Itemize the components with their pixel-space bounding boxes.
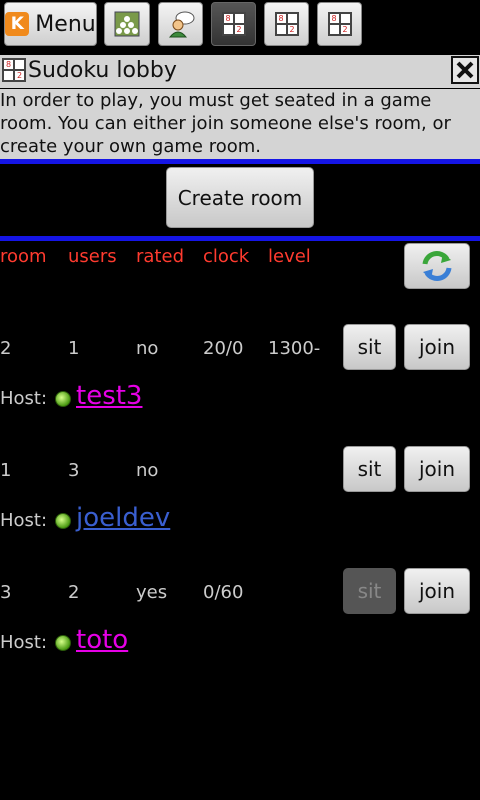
- tournament-button[interactable]: [104, 2, 150, 46]
- host-label: Host:: [0, 388, 48, 409]
- host-name-link[interactable]: toto: [76, 625, 128, 655]
- sit-button[interactable]: sit: [343, 446, 396, 492]
- room-number: 1: [0, 460, 12, 481]
- header-rated: rated: [136, 246, 184, 267]
- room-users: 2: [68, 582, 80, 603]
- online-status-icon: [55, 391, 71, 407]
- room-users: 1: [68, 338, 80, 359]
- sit-label: sit: [357, 457, 382, 481]
- sudoku-grid-icon: 82: [221, 12, 246, 36]
- sit-button[interactable]: sit: [343, 324, 396, 370]
- sudoku-tab-2[interactable]: 82: [264, 2, 309, 46]
- room-users: 3: [68, 460, 80, 481]
- join-button[interactable]: join: [404, 446, 470, 492]
- menu-button[interactable]: K Menu: [4, 2, 97, 46]
- room-number: 2: [0, 338, 12, 359]
- join-label: join: [418, 579, 456, 603]
- sudoku-grid-icon: 82: [327, 12, 352, 36]
- header-users: users: [68, 246, 117, 267]
- host-label: Host:: [0, 510, 48, 531]
- room-rated: no: [136, 460, 159, 481]
- user-chat-button[interactable]: [158, 2, 203, 46]
- sit-button: sit: [343, 568, 396, 614]
- create-room-button[interactable]: Create room: [166, 167, 314, 228]
- room-clock: 20/0: [203, 338, 244, 359]
- sudoku-grid-icon: 82: [274, 12, 299, 36]
- divider: [0, 159, 480, 164]
- sit-label: sit: [357, 335, 382, 359]
- refresh-icon: [422, 251, 452, 281]
- join-button[interactable]: join: [404, 324, 470, 370]
- online-status-icon: [55, 513, 71, 529]
- join-label: join: [418, 457, 456, 481]
- host-name-link[interactable]: joeldev: [76, 503, 170, 533]
- refresh-button[interactable]: [404, 243, 470, 289]
- user-chat-icon: [168, 11, 194, 38]
- pyramid-icon: [114, 11, 140, 37]
- header-clock: clock: [203, 246, 250, 267]
- k-app-icon: K: [5, 12, 30, 36]
- room-level: 1300-: [268, 338, 321, 359]
- host-label: Host:: [0, 632, 48, 653]
- menu-label: Menu: [35, 11, 96, 37]
- sudoku-grid-icon: 82: [2, 58, 26, 82]
- window-title: Sudoku lobby: [28, 58, 177, 83]
- room-rated: no: [136, 338, 159, 359]
- sudoku-tab-3[interactable]: 82: [317, 2, 362, 46]
- room-clock: 0/60: [203, 582, 244, 603]
- join-button[interactable]: join: [404, 568, 470, 614]
- room-rated: yes: [136, 582, 168, 603]
- create-room-label: Create room: [177, 185, 303, 210]
- join-label: join: [418, 335, 456, 359]
- header-level: level: [268, 246, 311, 267]
- divider: [0, 236, 480, 241]
- host-name-link[interactable]: test3: [76, 381, 142, 411]
- close-icon: [456, 61, 474, 79]
- sudoku-tab-1[interactable]: 82: [211, 2, 256, 46]
- sit-label: sit: [357, 579, 382, 603]
- online-status-icon: [55, 635, 71, 651]
- room-number: 3: [0, 582, 12, 603]
- header-room: room: [0, 246, 47, 267]
- close-button[interactable]: [451, 56, 479, 84]
- intro-text: In order to play, you must get seated in…: [0, 89, 480, 160]
- top-toolbar: K Menu 82 82 82: [0, 0, 480, 52]
